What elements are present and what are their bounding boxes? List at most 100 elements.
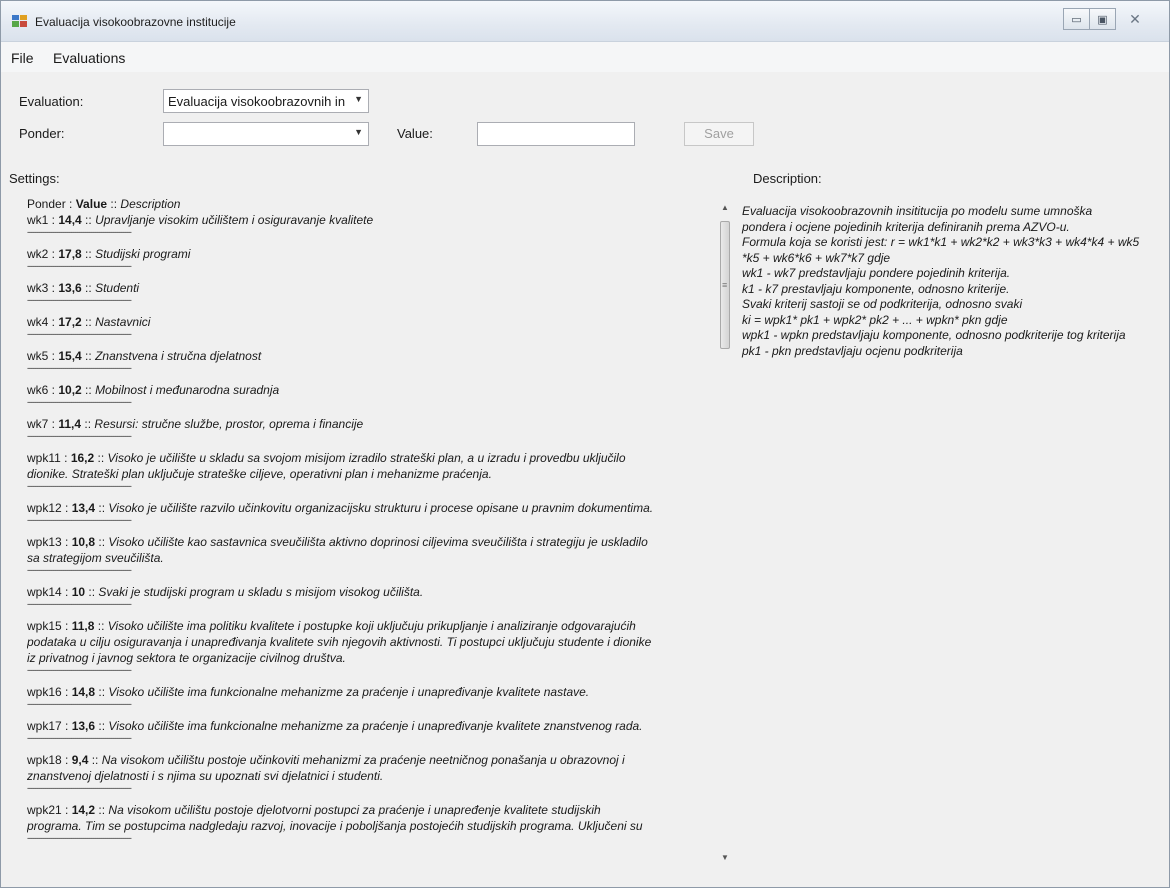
entry-value: 17,8 <box>58 247 82 261</box>
description-line: wk1 - wk7 predstavljaju pondere pojedini… <box>742 266 1011 280</box>
value-input[interactable] <box>477 122 635 146</box>
entry-value: 14,8 <box>71 685 96 699</box>
entry-sep: :: <box>95 501 109 515</box>
entry-code: wpk16 <box>27 685 62 699</box>
app-window: Evaluacija visokoobrazovne institucije ▭… <box>0 0 1170 888</box>
entry-colon: : <box>61 719 72 733</box>
description-line: *k5 + wk6*k6 + wk7*k7 gdje <box>742 250 891 265</box>
entry-code: wpk15 <box>27 619 62 633</box>
entry-description: Visoko učilište kao sastavnica sveučiliš… <box>108 535 648 549</box>
entry-sep: :: <box>88 753 102 767</box>
entry-separator: ----------------------------------------… <box>27 432 132 441</box>
settings-scrollbar[interactable]: ▲ ≡ ▼ <box>718 197 733 865</box>
settings-title: Settings: <box>9 171 60 186</box>
entry-sep: :: <box>94 619 108 633</box>
description-line: pk1 - pkn predstavljaju ocjenu podkriter… <box>742 343 963 358</box>
evaluation-label: Evaluation: <box>19 94 84 109</box>
settings-entry: wpk12 : 13,4 :: Visoko je učilište razvi… <box>27 500 717 526</box>
entry-value: 15,4 <box>58 349 82 363</box>
description-line: Evaluacija visokoobrazovnih insititucija… <box>742 204 1093 218</box>
entry-code: wk6 <box>27 383 49 397</box>
entry-description: Visoko učilište ima funkcionalne mehaniz… <box>108 719 643 733</box>
title-bar[interactable]: Evaluacija visokoobrazovne institucije ▭… <box>1 1 1169 42</box>
settings-entry-line: wpk11 : 16,2 :: Visoko je učilište u skl… <box>27 450 717 466</box>
save-button[interactable]: Save <box>684 122 754 146</box>
entry-colon: : <box>48 281 59 295</box>
settings-entry: wk7 : 11,4 :: Resursi: stručne službe, p… <box>27 416 717 442</box>
close-button[interactable]: ✕ <box>1115 8 1155 30</box>
entry-description: iz privatnog i javnog sektora te organiz… <box>27 651 346 665</box>
entry-colon: : <box>61 619 72 633</box>
entry-colon: : <box>61 501 72 515</box>
entry-sep: :: <box>81 315 96 329</box>
header-sep: :: <box>107 197 121 211</box>
entry-colon: : <box>61 803 72 817</box>
scroll-down-icon[interactable]: ▼ <box>721 853 729 862</box>
entry-separator: ----------------------------------------… <box>27 228 132 237</box>
settings-entry: wpk21 : 14,2 :: Na visokom učilištu post… <box>27 802 717 844</box>
settings-list[interactable]: Ponder : Value :: Description wk1 : 14,4… <box>27 197 717 865</box>
window-controls: ▭ ▣ ✕ <box>1063 8 1155 30</box>
settings-entry: wpk18 : 9,4 :: Na visokom učilištu posto… <box>27 752 717 794</box>
maximize-button[interactable]: ▣ <box>1089 8 1116 30</box>
entry-value: 13,6 <box>71 719 96 733</box>
entry-description: programa. Tim se postupcima nadgledaju r… <box>27 819 643 833</box>
entry-separator: ----------------------------------------… <box>27 482 132 491</box>
settings-entry-line: wk7 : 11,4 :: Resursi: stručne službe, p… <box>27 416 717 432</box>
entry-description: sa strategijom sveučilišta. <box>27 551 164 565</box>
entry-description: Visoko je učilište razvilo učinkovitu or… <box>108 501 654 515</box>
entry-description: Studenti <box>95 281 140 295</box>
entry-sep: :: <box>85 585 99 599</box>
settings-entry: wk6 : 10,2 :: Mobilnost i međunarodna su… <box>27 382 717 408</box>
entry-separator: ----------------------------------------… <box>27 262 132 271</box>
entry-colon: : <box>48 417 59 431</box>
entry-description: dionike. Strateški plan uključuje strate… <box>27 467 492 481</box>
menu-evaluations[interactable]: Evaluations <box>53 50 125 66</box>
entry-colon: : <box>48 315 59 329</box>
entry-description: Nastavnici <box>95 315 151 329</box>
entry-colon: : <box>48 247 59 261</box>
chevron-down-icon: ▼ <box>354 94 363 104</box>
entry-code: wpk17 <box>27 719 62 733</box>
evaluation-select[interactable]: Evaluacija visokoobrazovnih in ▼ <box>163 89 369 113</box>
settings-entry-line: wk5 : 15,4 :: Znanstvena i stručna djela… <box>27 348 717 364</box>
close-icon: ✕ <box>1129 10 1141 27</box>
entry-value: 14,4 <box>58 213 82 227</box>
entry-code: wpk21 <box>27 803 62 817</box>
settings-entry-line: wpk18 : 9,4 :: Na visokom učilištu posto… <box>27 752 717 768</box>
maximize-icon: ▣ <box>1097 13 1108 26</box>
settings-header: Ponder : Value :: Description <box>27 197 717 212</box>
scroll-up-icon[interactable]: ▲ <box>721 203 729 212</box>
minimize-button[interactable]: ▭ <box>1063 8 1090 30</box>
entry-colon: : <box>61 535 72 549</box>
settings-entry: wk4 : 17,2 :: Nastavnici ----------------… <box>27 314 717 340</box>
entry-separator: ----------------------------------------… <box>27 516 132 525</box>
settings-entry: wk1 : 14,4 :: Upravljanje visokim učiliš… <box>27 212 717 238</box>
entry-description: Na visokom učilištu postoje djelotvorni … <box>108 803 601 817</box>
entry-code: wk4 <box>27 315 49 329</box>
entry-sep: :: <box>81 383 96 397</box>
header-value: Value <box>75 197 108 211</box>
entry-code: wk7 <box>27 417 49 431</box>
entry-separator: ----------------------------------------… <box>27 398 132 407</box>
settings-entry: wpk15 : 11,8 :: Visoko učilište ima poli… <box>27 618 717 676</box>
settings-entry: wk2 : 17,8 :: Studijski programi --------… <box>27 246 717 272</box>
settings-entry-line: wk4 : 17,2 :: Nastavnici <box>27 314 717 330</box>
entry-colon: : <box>48 349 59 363</box>
entry-code: wpk18 <box>27 753 62 767</box>
entry-description: Resursi: stručne službe, prostor, oprema… <box>94 417 364 431</box>
ponder-label: Ponder: <box>19 126 65 141</box>
settings-entry: wk3 : 13,6 :: Studenti ------------------… <box>27 280 717 306</box>
settings-entry: wk5 : 15,4 :: Znanstvena i stručna djela… <box>27 348 717 374</box>
entry-value: 13,4 <box>71 501 96 515</box>
menu-file[interactable]: File <box>11 50 34 66</box>
value-label: Value: <box>397 126 433 141</box>
entry-value: 10,2 <box>58 383 82 397</box>
header-description: Description <box>120 197 181 211</box>
entry-sep: :: <box>81 247 96 261</box>
chevron-down-icon: ▼ <box>354 127 363 137</box>
scroll-thumb[interactable]: ≡ <box>720 221 730 349</box>
ponder-select[interactable]: ▼ <box>163 122 369 146</box>
entry-separator: ----------------------------------------… <box>27 734 132 743</box>
entry-description: Svaki je studijski program u skladu s mi… <box>98 585 424 599</box>
